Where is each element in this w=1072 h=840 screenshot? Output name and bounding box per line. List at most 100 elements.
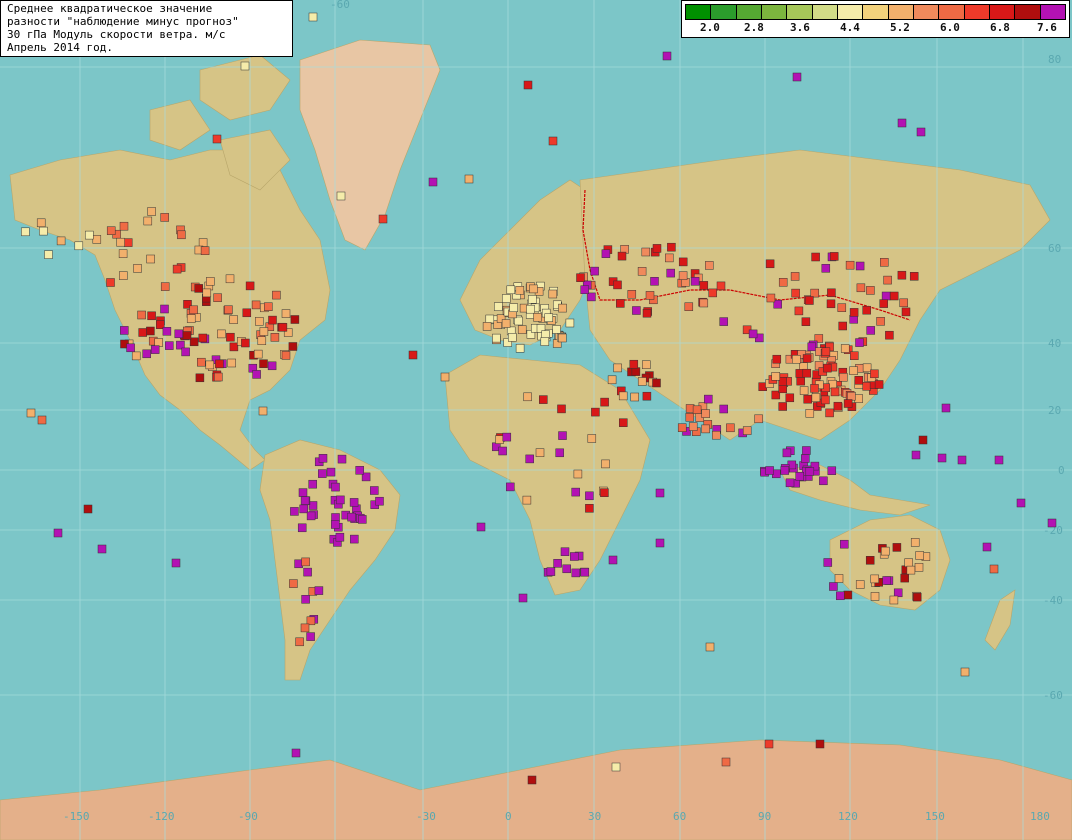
station-marker bbox=[849, 366, 858, 375]
station-marker bbox=[142, 349, 151, 359]
station-marker bbox=[485, 314, 495, 324]
station-marker bbox=[509, 303, 518, 312]
station-marker bbox=[119, 221, 129, 231]
station-marker bbox=[637, 377, 647, 386]
station-marker bbox=[830, 387, 840, 397]
station-marker bbox=[205, 360, 215, 370]
station-marker bbox=[856, 283, 866, 293]
lon-label: -150 bbox=[63, 810, 90, 823]
station-marker bbox=[267, 361, 277, 371]
station-marker bbox=[314, 586, 324, 595]
station-marker bbox=[726, 423, 735, 433]
station-marker bbox=[570, 552, 579, 561]
station-marker bbox=[1016, 498, 1026, 508]
station-marker bbox=[206, 277, 215, 286]
station-marker bbox=[854, 394, 863, 403]
station-marker bbox=[662, 51, 672, 61]
station-marker bbox=[825, 408, 834, 418]
station-marker bbox=[378, 214, 388, 224]
station-marker bbox=[39, 226, 48, 236]
station-marker bbox=[308, 479, 317, 489]
station-marker bbox=[198, 333, 208, 343]
station-marker bbox=[147, 207, 156, 216]
station-marker bbox=[692, 405, 702, 415]
lon-label: 30 bbox=[588, 810, 601, 823]
lat-label: -40 bbox=[1043, 594, 1063, 607]
station-marker bbox=[1047, 518, 1057, 528]
station-marker bbox=[642, 391, 652, 401]
station-marker bbox=[795, 472, 804, 481]
station-marker bbox=[224, 305, 233, 314]
station-marker bbox=[780, 466, 790, 475]
station-marker bbox=[533, 313, 542, 322]
legend-label: 6.8 bbox=[990, 21, 1010, 34]
station-marker bbox=[821, 264, 831, 273]
station-marker bbox=[833, 401, 843, 411]
station-marker bbox=[836, 591, 845, 601]
station-marker bbox=[600, 488, 609, 497]
station-marker bbox=[308, 501, 318, 510]
station-marker bbox=[580, 567, 590, 577]
station-marker bbox=[641, 247, 651, 257]
legend-swatch bbox=[811, 4, 838, 20]
station-marker bbox=[840, 344, 850, 353]
station-marker bbox=[197, 357, 206, 367]
station-marker bbox=[600, 397, 609, 407]
station-marker bbox=[290, 315, 300, 324]
legend-swatch bbox=[735, 4, 762, 20]
legend-label: 2.8 bbox=[744, 21, 764, 34]
station-marker bbox=[523, 80, 533, 90]
station-marker bbox=[523, 392, 532, 402]
station-marker bbox=[336, 191, 346, 201]
station-marker bbox=[212, 134, 222, 144]
station-marker bbox=[573, 469, 583, 479]
station-marker bbox=[838, 321, 847, 331]
lon-label: 150 bbox=[925, 810, 945, 823]
station-marker bbox=[897, 270, 907, 280]
station-marker bbox=[765, 259, 775, 269]
station-marker bbox=[705, 261, 714, 270]
station-marker bbox=[106, 278, 115, 287]
station-marker bbox=[611, 762, 621, 772]
station-marker bbox=[358, 515, 367, 524]
lon-label: -120 bbox=[148, 810, 175, 823]
station-marker bbox=[301, 557, 310, 567]
station-marker bbox=[794, 306, 804, 316]
station-marker bbox=[885, 330, 894, 340]
station-marker bbox=[252, 370, 261, 379]
station-marker bbox=[525, 454, 534, 464]
lat-label: 40 bbox=[1048, 337, 1061, 350]
lon-label: 0 bbox=[505, 810, 512, 823]
station-marker bbox=[805, 467, 815, 476]
station-marker bbox=[792, 72, 802, 82]
station-marker bbox=[849, 308, 859, 317]
station-marker bbox=[558, 431, 567, 440]
station-marker bbox=[133, 264, 142, 273]
station-marker bbox=[337, 454, 347, 464]
station-marker bbox=[131, 351, 141, 361]
station-marker bbox=[742, 426, 752, 435]
station-marker bbox=[616, 299, 625, 308]
station-marker bbox=[771, 372, 780, 381]
station-marker bbox=[801, 454, 810, 463]
station-marker bbox=[678, 257, 688, 267]
station-marker bbox=[716, 281, 726, 291]
info-box: Среднее квадратическое значение разности… bbox=[0, 0, 293, 57]
legend-swatch bbox=[938, 4, 965, 20]
station-marker bbox=[295, 637, 304, 647]
station-marker bbox=[508, 333, 517, 342]
lat-label: 20 bbox=[1048, 404, 1061, 417]
station-marker bbox=[665, 253, 674, 263]
station-marker bbox=[883, 275, 892, 285]
station-marker bbox=[306, 632, 315, 641]
station-marker bbox=[565, 318, 575, 328]
legend-swatch bbox=[760, 4, 788, 20]
lat-label: -60 bbox=[1043, 689, 1063, 702]
station-marker bbox=[553, 559, 562, 568]
station-marker bbox=[560, 547, 570, 556]
station-marker bbox=[301, 595, 310, 604]
station-marker bbox=[790, 272, 800, 281]
station-marker bbox=[26, 408, 36, 418]
station-marker bbox=[36, 218, 46, 228]
station-marker bbox=[198, 238, 208, 247]
